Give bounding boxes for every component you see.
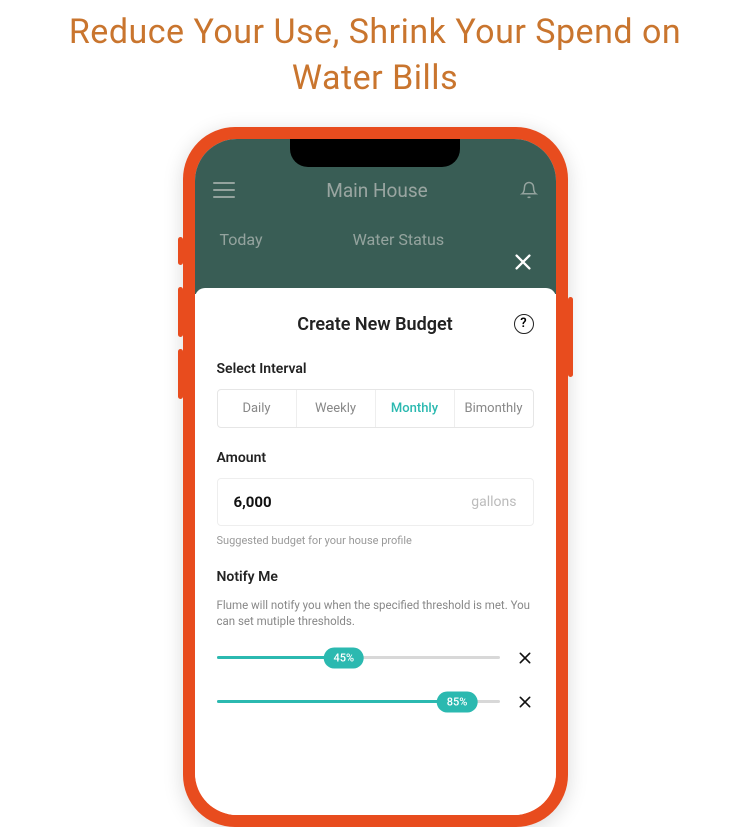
amount-hint: Suggested budget for your house profile xyxy=(217,534,534,547)
close-icon xyxy=(517,694,533,710)
amount-value: 6,000 xyxy=(234,493,272,511)
close-icon xyxy=(517,650,533,666)
interval-daily[interactable]: Daily xyxy=(218,390,297,427)
phone-side-button xyxy=(178,237,183,265)
interval-bimonthly[interactable]: Bimonthly xyxy=(455,390,533,427)
interval-monthly[interactable]: Monthly xyxy=(376,390,455,427)
amount-label: Amount xyxy=(217,450,534,466)
interval-selector: Daily Weekly Monthly Bimonthly xyxy=(217,389,534,428)
phone-side-button xyxy=(568,297,573,377)
remove-threshold-button[interactable] xyxy=(516,693,534,711)
remove-threshold-button[interactable] xyxy=(516,649,534,667)
amount-unit: gallons xyxy=(471,494,516,510)
slider-fill xyxy=(217,700,458,703)
hero-title: Reduce Your Use, Shrink Your Spend on Wa… xyxy=(0,0,750,127)
phone-notch xyxy=(290,139,460,167)
phone-side-button xyxy=(178,349,183,399)
phone-screen: Main House Today Water Status Create New… xyxy=(195,139,556,815)
budget-sheet: Create New Budget ? Select Interval Dail… xyxy=(195,288,556,815)
interval-weekly[interactable]: Weekly xyxy=(297,390,376,427)
phone-frame: Main House Today Water Status Create New… xyxy=(183,127,568,827)
interval-label: Select Interval xyxy=(217,361,534,377)
slider-thumb[interactable]: 45% xyxy=(324,647,365,668)
slider-thumb[interactable]: 85% xyxy=(437,691,478,712)
help-icon[interactable]: ? xyxy=(514,314,534,334)
threshold-slider[interactable]: 45% xyxy=(217,656,500,659)
amount-input[interactable]: 6,000 gallons xyxy=(217,478,534,526)
notify-description: Flume will notify you when the specified… xyxy=(217,597,534,629)
phone-side-button xyxy=(178,287,183,337)
notify-label: Notify Me xyxy=(217,569,534,585)
threshold-row: 45% xyxy=(217,649,534,667)
close-icon xyxy=(512,251,534,273)
threshold-row: 85% xyxy=(217,693,534,711)
threshold-slider[interactable]: 85% xyxy=(217,700,500,703)
sheet-title: Create New Budget xyxy=(297,314,452,335)
close-button[interactable] xyxy=(508,247,538,277)
